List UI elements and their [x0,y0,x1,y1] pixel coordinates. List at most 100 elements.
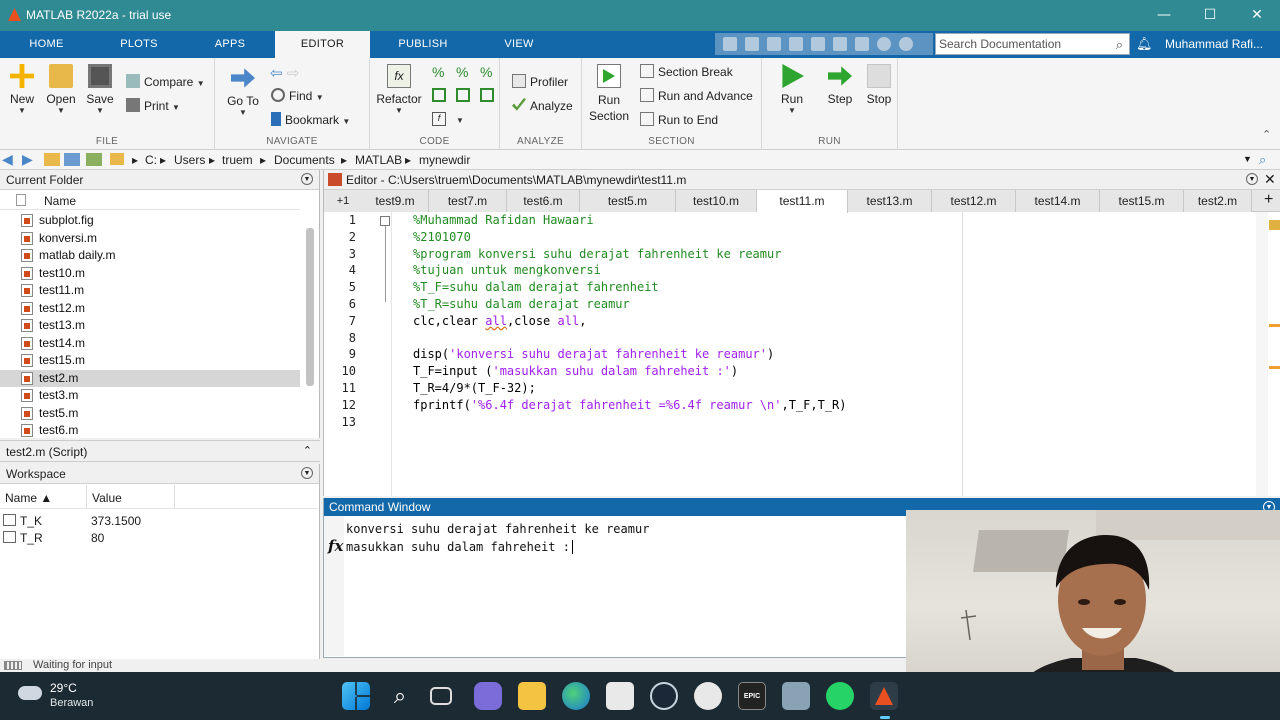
close-editor-icon[interactable]: ✕ [1264,171,1276,188]
stop-button[interactable]: Stop [862,64,896,106]
code-line[interactable]: %tujuan untuk mengkonversi [413,262,601,279]
code-line[interactable]: disp('konversi suhu derajat fahrenheit k… [413,346,774,363]
redo-quick-icon[interactable] [833,37,847,51]
run-to-end-button[interactable]: Run to End [640,112,718,127]
file-item[interactable]: test14.m [0,335,300,352]
code-line[interactable]: %T_R=suhu dalam derajat reamur [413,296,630,313]
file-item[interactable]: subplot.fig [0,212,300,229]
panel-actions-icon[interactable]: ▼ [301,467,313,479]
file-item[interactable]: test10.m [0,265,300,282]
goto-button[interactable]: Go To ▼ [225,66,261,117]
breadcrumb-truem[interactable]: truem [222,153,253,167]
file-item[interactable]: test6.m [0,422,300,438]
tab-home[interactable]: HOME [0,31,93,58]
search-folder-icon[interactable] [86,153,102,166]
breadcrumb-users[interactable]: Users [174,153,205,167]
tab-test12[interactable]: test12.m [932,190,1016,212]
tab-test2[interactable]: test2.m [1184,190,1252,212]
refactor-button[interactable]: fx Refactor ▼ [374,64,424,115]
open-button[interactable]: Open ▼ [44,64,78,115]
microsoft-store-icon[interactable] [606,682,634,710]
tab-plots[interactable]: PLOTS [93,31,185,58]
tab-test14[interactable]: test14.m [1016,190,1100,212]
file-item[interactable]: test5.m [0,405,300,422]
bookmark-button[interactable]: Bookmark ▼ [271,112,350,127]
warning-marker[interactable] [1269,324,1280,327]
minimize-button[interactable]: — [1144,4,1184,26]
code-line[interactable]: T_F=input ('masukkan suhu dalam fahrehei… [413,363,738,380]
steam-icon[interactable] [650,682,678,710]
close-window-button[interactable]: ✕ [1237,4,1277,26]
workspace-row[interactable]: T_R 80 [0,529,318,546]
find-button[interactable]: Find ▼ [271,88,324,103]
smart-indent-icon[interactable] [432,88,446,102]
tab-view[interactable]: VIEW [476,31,562,58]
code-line[interactable]: %2101070 [413,229,471,246]
file-explorer-icon[interactable] [518,682,546,710]
forward-icon[interactable]: ▶ [22,151,33,168]
user-account-menu[interactable]: Muhammad Rafi... [1165,37,1263,51]
switch-windows-icon[interactable] [855,37,869,51]
workspace-row[interactable]: T_K 373.1500 [0,512,318,529]
tab-test11[interactable]: test11.m [757,190,848,213]
workspace-value-column[interactable]: Value [92,491,122,505]
fold-toggle-icon[interactable] [380,216,390,226]
panel-actions-icon[interactable]: ▼ [301,173,313,185]
increase-indent-icon[interactable] [480,88,494,102]
path-search-icon[interactable]: ⌕ [1259,152,1266,168]
xbox-icon[interactable] [694,682,722,710]
chevron-down-icon[interactable]: ▼ [456,116,464,125]
paste-quick-icon[interactable] [789,37,803,51]
compare-button[interactable]: Compare ▼ [126,74,205,89]
tab-test13[interactable]: test13.m [848,190,932,212]
tab-publish[interactable]: PUBLISH [370,31,476,58]
breadcrumb-drive[interactable]: C: [145,153,157,167]
epic-games-icon[interactable]: EPIC [738,682,766,710]
code-line[interactable]: %T_F=suhu dalam derajat fahrenheit [413,279,659,296]
copy-quick-icon[interactable] [767,37,781,51]
run-section-button[interactable]: Run Section [588,64,630,124]
tab-editor[interactable]: EDITOR [275,31,370,58]
tab-test5[interactable]: test5.m [580,190,676,212]
search-documentation-input[interactable]: Search Documentation ⌕ [935,33,1130,55]
file-item[interactable]: matlab daily.m [0,247,300,264]
save-quick-icon[interactable] [723,37,737,51]
path-dropdown-icon[interactable]: ▼ [1243,154,1252,164]
code-line[interactable]: T_R=4/9*(T_F-32); [413,380,536,397]
edge-browser-icon[interactable] [562,682,590,710]
new-button[interactable]: New ▼ [6,64,38,115]
new-tab-icon[interactable]: + [1264,191,1273,209]
cut-quick-icon[interactable] [745,37,759,51]
tab-test10[interactable]: test10.m [676,190,757,212]
run-button[interactable]: Run ▼ [774,64,810,115]
wrap-comments-icon[interactable]: % [480,64,492,80]
print-button[interactable]: Print ▼ [126,98,180,113]
generic-app-icon[interactable] [782,682,810,710]
warning-marker[interactable] [1269,366,1280,369]
search-icon[interactable]: ⌕ [1116,37,1123,53]
search-taskbar-icon[interactable]: ⌕ [386,682,414,710]
workspace-name-column[interactable]: Name ▲ [5,491,52,505]
help-icon[interactable] [877,37,891,51]
tab-apps[interactable]: APPS [185,31,275,58]
code-line[interactable]: %program konversi suhu derajat fahrenhei… [413,246,781,263]
file-item[interactable]: test13.m [0,317,300,334]
comment-icon[interactable]: % [432,64,444,80]
notification-bell-icon[interactable]: 🔔︎ [1136,36,1153,52]
panel-actions-icon[interactable]: ▼ [1246,173,1258,185]
file-item[interactable]: konversi.m [0,230,300,247]
insert-function-icon[interactable]: f [432,112,446,126]
code-line[interactable]: %Muhammad Rafidan Hawaari [413,212,594,229]
task-view-icon[interactable] [430,687,452,705]
function-browser-icon[interactable]: fx [328,537,343,555]
up-folder-icon[interactable] [44,153,60,166]
expand-details-icon[interactable]: ⌃ [303,444,312,457]
tab-test6[interactable]: test6.m [507,190,580,212]
breadcrumb-mynewdir[interactable]: mynewdir [419,153,470,167]
tabs-overflow[interactable]: +1 [324,190,362,212]
tab-test15[interactable]: test15.m [1100,190,1184,212]
analyze-button[interactable]: Analyze [512,98,573,113]
editor-scrollbar[interactable] [1256,212,1268,496]
save-button[interactable]: Save ▼ [84,64,116,115]
whatsapp-icon[interactable] [826,682,854,710]
